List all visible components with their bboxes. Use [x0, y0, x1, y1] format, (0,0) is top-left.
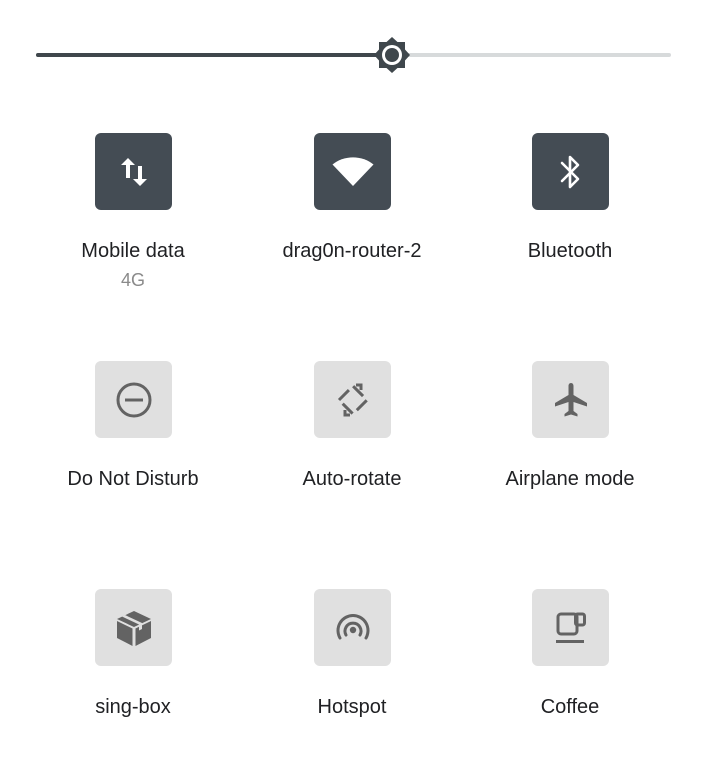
tile-coffee-button[interactable]	[532, 589, 609, 666]
do-not-disturb-icon	[116, 382, 151, 417]
coffee-icon	[555, 612, 586, 643]
tile-hotspot-label: Hotspot	[317, 696, 387, 718]
tile-do-not-disturb-label: Do Not Disturb	[67, 468, 199, 490]
quick-settings-panel: Mobile data 4G drag0n-router-2 Bluetooth…	[0, 0, 706, 769]
brightness-slider-thumb[interactable]	[373, 36, 411, 74]
tile-mobile-data[interactable]: Mobile data 4G	[24, 133, 242, 333]
tile-wifi-label: drag0n-router-2	[282, 240, 422, 262]
tile-mobile-data-label: Mobile data	[81, 240, 185, 262]
hotspot-icon	[336, 613, 369, 639]
tile-coffee-label: Coffee	[540, 696, 600, 718]
tile-bluetooth[interactable]: Bluetooth	[461, 133, 679, 333]
bluetooth-icon	[560, 155, 579, 188]
mobile-data-icon	[120, 157, 147, 186]
tile-hotspot[interactable]: Hotspot	[243, 589, 461, 769]
tile-airplane-mode-label: Airplane mode	[505, 468, 635, 490]
tile-do-not-disturb[interactable]: Do Not Disturb	[24, 361, 242, 561]
airplane-icon	[554, 382, 587, 416]
tile-coffee[interactable]: Coffee	[461, 589, 679, 769]
tile-airplane-mode[interactable]: Airplane mode	[461, 361, 679, 561]
tile-sing-box[interactable]: sing-box	[24, 589, 242, 769]
tile-auto-rotate-button[interactable]	[314, 361, 391, 438]
tile-mobile-data-status: 4G	[120, 270, 145, 290]
tile-auto-rotate-label: Auto-rotate	[302, 468, 402, 490]
tile-bluetooth-button[interactable]	[532, 133, 609, 210]
tile-sing-box-label: sing-box	[95, 696, 171, 718]
tile-mobile-data-button[interactable]	[95, 133, 172, 210]
brightness-icon	[373, 37, 410, 73]
auto-rotate-icon	[337, 383, 368, 416]
tile-airplane-mode-button[interactable]	[532, 361, 609, 438]
tile-wifi-button[interactable]	[314, 133, 391, 210]
package-icon	[116, 610, 151, 646]
brightness-slider-fill	[36, 53, 392, 57]
tile-hotspot-button[interactable]	[314, 589, 391, 666]
tile-sing-box-button[interactable]	[95, 589, 172, 666]
wifi-icon	[332, 156, 373, 186]
tile-do-not-disturb-button[interactable]	[95, 361, 172, 438]
tile-auto-rotate[interactable]: Auto-rotate	[243, 361, 461, 561]
brightness-slider[interactable]	[36, 37, 671, 73]
tile-wifi[interactable]: drag0n-router-2	[243, 133, 461, 333]
tile-bluetooth-label: Bluetooth	[527, 240, 613, 262]
